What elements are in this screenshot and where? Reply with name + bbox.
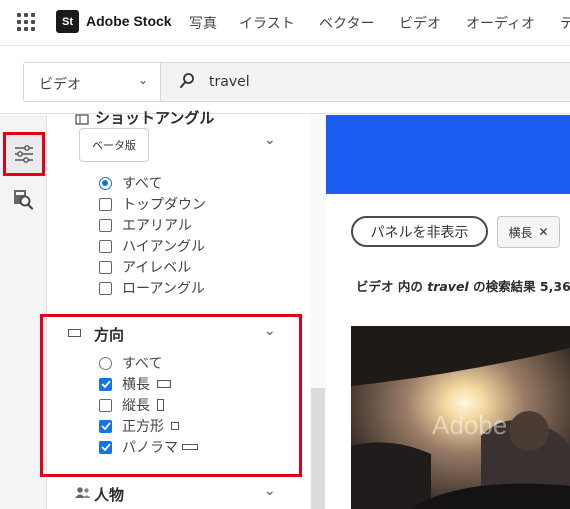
chevron-down-icon[interactable]: ⌄ bbox=[264, 132, 276, 148]
visual-search-button[interactable] bbox=[9, 185, 37, 213]
adobe-stock-logo[interactable]: St bbox=[56, 10, 79, 33]
option-label: エアリアル bbox=[122, 218, 192, 234]
scrollbar-thumb[interactable] bbox=[311, 388, 325, 509]
results-summary: ビデオ 内の travel の検索結果 5,361 bbox=[356, 279, 570, 294]
shot-angle-option-high-angle[interactable]: ハイアングル bbox=[99, 237, 205, 255]
people-icon bbox=[75, 487, 91, 498]
people-title: 人物 bbox=[94, 486, 125, 504]
checkbox[interactable] bbox=[99, 281, 112, 295]
nav-vectors[interactable]: ベクター bbox=[319, 13, 374, 33]
nav-photos[interactable]: 写真 bbox=[189, 13, 217, 33]
nav-audio[interactable]: オーディオ bbox=[466, 13, 535, 33]
search-input[interactable]: travel bbox=[160, 62, 570, 102]
shot-angle-title: ショットアングル bbox=[95, 109, 215, 127]
shot-angle-option-top-down[interactable]: トップダウン bbox=[99, 195, 206, 213]
shot-angle-option-all[interactable]: すべて bbox=[99, 174, 162, 192]
radio-button[interactable] bbox=[99, 176, 112, 190]
search-query: travel bbox=[209, 74, 250, 90]
tag-label: 横長 bbox=[508, 225, 533, 240]
nav-more[interactable]: テ bbox=[560, 13, 570, 33]
beta-badge: ベータ版 bbox=[79, 128, 149, 162]
hide-panel-button[interactable]: パネルを非表示 bbox=[351, 216, 488, 247]
shot-angle-option-low-angle[interactable]: ローアングル bbox=[99, 279, 205, 297]
adobe-watermark: Adobe bbox=[432, 410, 508, 440]
close-icon[interactable]: ✕ bbox=[538, 225, 548, 239]
option-label: アイレベル bbox=[122, 260, 192, 276]
checkbox[interactable] bbox=[99, 260, 112, 274]
checkbox[interactable] bbox=[99, 218, 112, 232]
option-label: トップダウン bbox=[122, 197, 206, 213]
apps-grid-icon[interactable] bbox=[17, 13, 35, 31]
nav-videos[interactable]: ビデオ bbox=[399, 13, 441, 33]
option-label: ローアングル bbox=[122, 281, 205, 297]
image-search-icon bbox=[14, 190, 34, 210]
top-bar: St Adobe Stock 写真 イラスト ベクター ビデオ オーディオ テ bbox=[0, 0, 570, 46]
category-select[interactable]: ビデオ ⌄ bbox=[23, 62, 160, 102]
checkbox[interactable] bbox=[99, 197, 112, 211]
filters-toggle-button[interactable] bbox=[3, 132, 45, 176]
option-label: ハイアングル bbox=[122, 239, 206, 255]
promo-banner[interactable] bbox=[326, 115, 570, 194]
brand-name[interactable]: Adobe Stock bbox=[86, 13, 172, 29]
shot-angle-icon bbox=[75, 114, 89, 125]
category-select-value: ビデオ bbox=[39, 77, 81, 93]
checkbox[interactable] bbox=[99, 239, 112, 253]
search-icon bbox=[180, 73, 194, 88]
option-label: すべて bbox=[122, 176, 163, 192]
chevron-down-icon: ⌄ bbox=[137, 73, 148, 87]
orientation-highlight-box bbox=[40, 314, 302, 477]
shot-angle-option-aerial[interactable]: エアリアル bbox=[99, 216, 192, 234]
chevron-down-icon[interactable]: ⌄ bbox=[264, 483, 276, 499]
sliders-icon bbox=[15, 145, 33, 163]
shot-angle-option-eye-level[interactable]: アイレベル bbox=[99, 258, 191, 276]
active-filter-tag[interactable]: 横長 ✕ bbox=[497, 216, 560, 248]
nav-illustrations[interactable]: イラスト bbox=[239, 13, 295, 33]
